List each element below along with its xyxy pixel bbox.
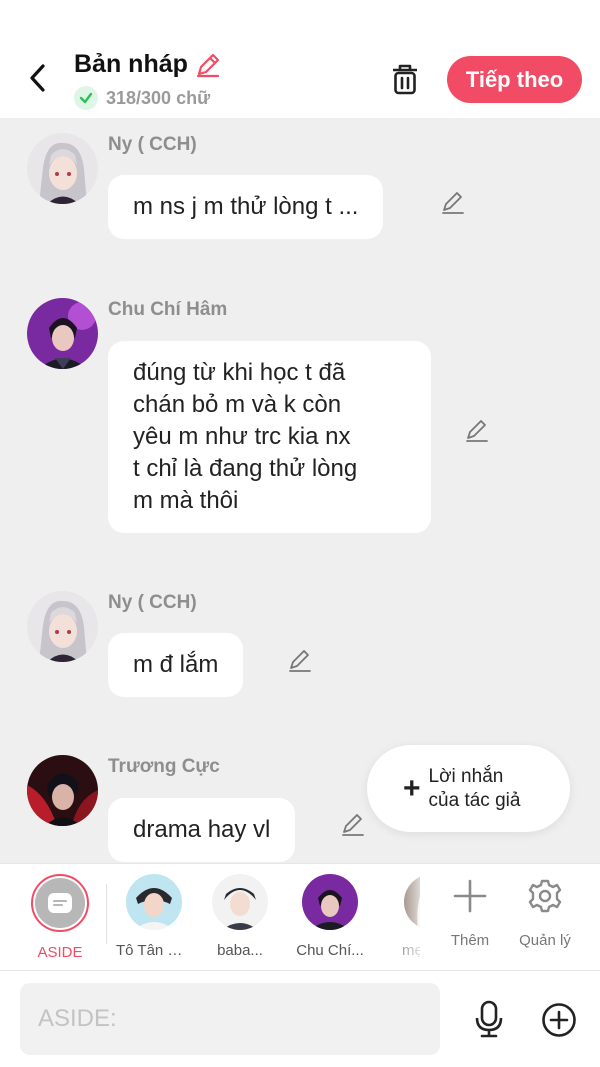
message-line: đúng từ khi học t đã <box>133 359 346 386</box>
avatar[interactable] <box>27 755 98 826</box>
avatar[interactable] <box>27 133 98 204</box>
plus-icon <box>450 876 490 916</box>
check-icon <box>74 86 98 110</box>
message-bubble[interactable]: m đ lắm <box>108 633 244 697</box>
word-count-text: 318/300 chữ <box>106 87 211 108</box>
sender-name: Trương Cực <box>108 756 220 777</box>
add-media-button[interactable] <box>540 1001 578 1039</box>
edit-message-icon[interactable] <box>439 188 467 216</box>
character-item[interactable]: baba... <box>202 874 278 959</box>
trash-icon <box>393 64 417 95</box>
divider <box>106 884 107 944</box>
manage-button[interactable]: Quản lý <box>510 876 580 949</box>
edit-message-icon[interactable] <box>286 646 314 674</box>
aside-avatar <box>31 874 89 932</box>
manage-label: Quản lý <box>519 932 571 949</box>
add-character-label: Thêm <box>450 932 490 949</box>
message-input[interactable] <box>20 983 440 1055</box>
delete-button[interactable] <box>386 60 424 98</box>
next-button[interactable]: Tiếp theo <box>447 56 582 103</box>
scroll-fade <box>380 864 430 970</box>
avatar[interactable] <box>27 591 98 662</box>
aside-icon <box>48 893 72 913</box>
character-bar: ASIDE Tô Tân Hạo baba... Chu Chí... mẹ T… <box>0 863 600 971</box>
character-label: Chu Chí... <box>296 942 364 959</box>
sender-name: Chu Chí Hâm <box>108 299 228 320</box>
message-line: yêu m như trc kia nx <box>133 423 351 450</box>
message-bubble[interactable]: đúng từ khi học t đã chán bỏ m và k còn … <box>108 341 431 533</box>
back-arrow-icon <box>30 64 45 92</box>
message-bubble[interactable]: m ns j m thử lòng t ... <box>108 175 384 239</box>
page-title: Bản nháp <box>74 50 188 78</box>
back-button[interactable] <box>20 58 56 98</box>
word-count: 318/300 chữ <box>74 86 210 110</box>
author-note-button[interactable]: + Lời nhắn của tác giả <box>367 745 570 832</box>
page-title-row: Bản nháp <box>74 50 222 79</box>
gear-icon <box>525 876 565 916</box>
microphone-icon <box>475 1000 503 1038</box>
character-label: Tô Tân Hạo <box>116 942 192 959</box>
message-line: t chỉ là đang thử lòng <box>133 455 358 482</box>
character-item[interactable]: Chu Chí... <box>292 874 368 959</box>
author-note-label: Lời nhắn của tác giả <box>429 765 521 813</box>
edit-title-icon[interactable] <box>194 51 222 79</box>
character-avatar <box>302 874 358 930</box>
edit-message-icon[interactable] <box>463 416 491 444</box>
message-bubble[interactable]: drama hay vl <box>108 798 296 862</box>
character-label: baba... <box>217 942 263 959</box>
character-avatar <box>212 874 268 930</box>
author-note-line: của tác giả <box>428 789 521 811</box>
author-note-line: Lời nhắn <box>428 765 504 787</box>
character-item[interactable]: Tô Tân Hạo <box>116 874 192 959</box>
sender-name: Ny ( CCH) <box>108 592 197 613</box>
voice-button[interactable] <box>470 999 508 1039</box>
message-line: m mà thôi <box>133 487 239 514</box>
character-avatar <box>126 874 182 930</box>
add-character-button[interactable]: Thêm <box>435 876 505 949</box>
character-aside[interactable]: ASIDE <box>22 874 98 961</box>
avatar[interactable] <box>27 298 98 369</box>
sender-name: Ny ( CCH) <box>108 134 197 155</box>
plus-circle-icon <box>542 1003 576 1037</box>
plus-icon: + <box>403 771 421 805</box>
message-line: chán bỏ m và k còn <box>133 391 342 418</box>
header: Bản nháp 318/300 chữ Tiếp theo <box>0 0 600 118</box>
edit-message-icon[interactable] <box>339 810 367 838</box>
input-bar <box>0 971 600 1067</box>
character-label: ASIDE <box>37 944 83 961</box>
